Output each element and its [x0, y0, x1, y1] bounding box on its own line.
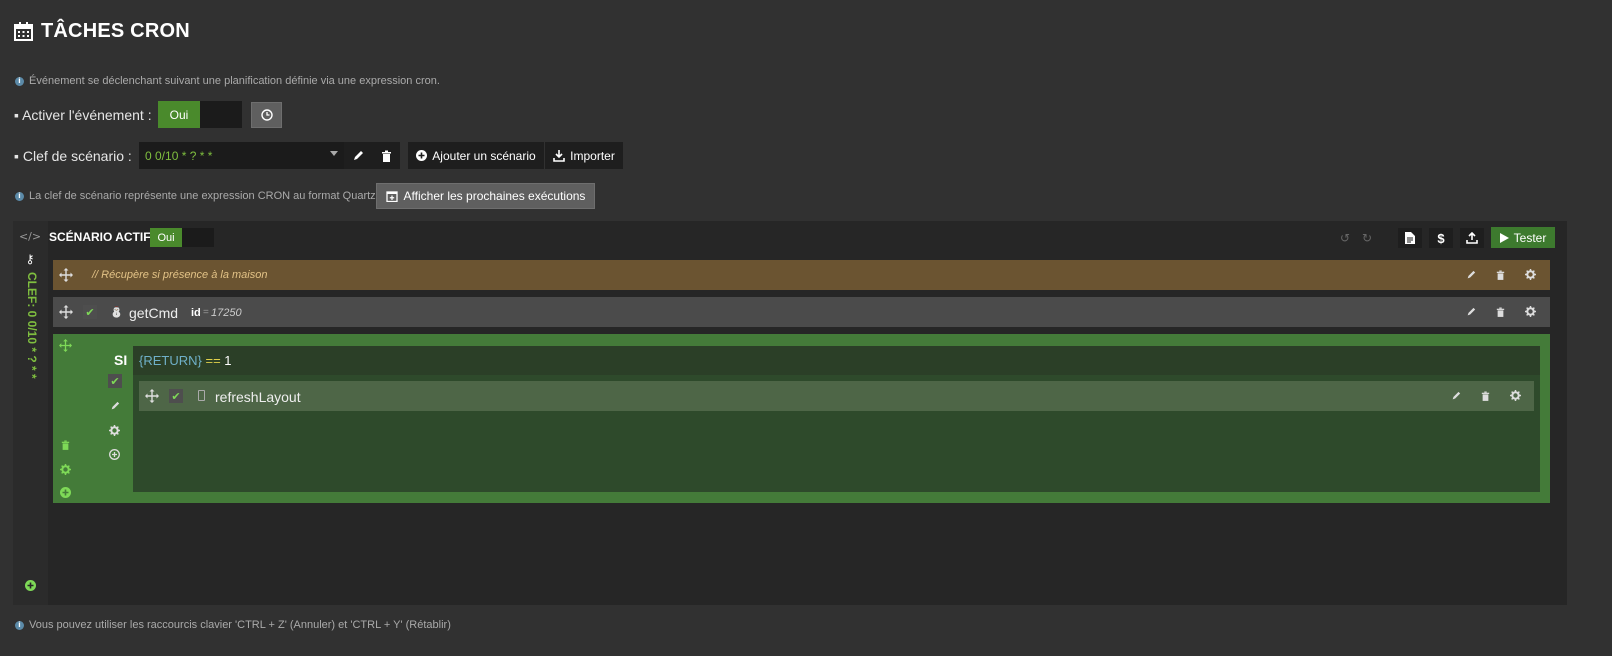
document-button[interactable] — [1398, 228, 1422, 248]
activate-toggle-on: Oui — [158, 101, 200, 128]
page-title: TÂCHES CRON — [14, 20, 190, 43]
condition-return: {RETURN} — [139, 353, 202, 368]
pencil-icon[interactable] — [1451, 391, 1461, 401]
gear-icon[interactable] — [1510, 390, 1521, 401]
calendar-icon — [14, 22, 33, 41]
info-icon: i — [15, 620, 24, 630]
scenario-key-value: 0 0/10 * ? * * — [145, 148, 213, 163]
mobile-icon — [198, 390, 205, 401]
condition-value: 1 — [224, 353, 232, 368]
scenario-active-label: SCÉNARIO ACTIF: — [49, 230, 155, 244]
export-button[interactable] — [1460, 228, 1484, 248]
page-title-text: TÂCHES CRON — [41, 20, 190, 42]
refresh-enabled-checkbox[interactable]: ✔ — [169, 389, 183, 403]
condition-operator: == — [205, 353, 221, 368]
plugin-icon: ⛄ — [109, 304, 124, 318]
si-block[interactable]: SI ✔ {RETURN} == 1 ✔ refreshLayout — [53, 334, 1550, 503]
redo-icon[interactable]: ↻ — [1360, 231, 1374, 245]
code-icon[interactable]: </> — [19, 229, 41, 243]
gear-icon[interactable] — [1525, 269, 1536, 280]
document-icon — [1405, 232, 1415, 244]
clock-icon — [260, 109, 273, 121]
activate-toggle-off — [200, 101, 242, 128]
trash-icon — [381, 150, 391, 162]
info-icon: i — [15, 191, 24, 201]
next-runs-button[interactable]: Afficher les prochaines exécutions — [376, 183, 595, 209]
trash-icon[interactable] — [1496, 270, 1505, 280]
activate-toggle[interactable]: Oui — [158, 101, 242, 128]
scenario-key-label: ▪ Clef de scénario : — [14, 148, 132, 164]
condition-field[interactable]: {RETURN} == 1 — [133, 346, 1540, 375]
next-runs-label: Afficher les prochaines exécutions — [403, 189, 586, 203]
move-icon[interactable] — [59, 305, 73, 319]
plus-circle-icon — [416, 150, 428, 161]
shortcuts-info: i Vous pouvez utiliser les raccourcis cl… — [15, 619, 451, 631]
add-icon[interactable] — [60, 487, 71, 498]
trash-icon[interactable] — [61, 440, 70, 450]
trash-icon[interactable] — [1481, 391, 1490, 401]
description-text: Événement se déclenchant suivant une pla… — [29, 75, 440, 87]
move-icon[interactable] — [145, 389, 159, 403]
dollar-icon: $ — [1437, 230, 1445, 246]
pencil-icon[interactable] — [1466, 270, 1476, 280]
import-button[interactable]: Importer — [545, 142, 623, 169]
refreshlayout-name: refreshLayout — [215, 389, 301, 405]
info-icon: i — [15, 76, 24, 86]
activate-label: ▪ Activer l'événement : — [14, 107, 152, 123]
pencil-icon[interactable] — [110, 401, 120, 411]
add-block-icon[interactable] — [25, 578, 36, 591]
variables-button[interactable]: $ — [1429, 228, 1453, 248]
vertical-key: CLEF: 0 0/10 * ? * * — [23, 272, 39, 402]
scenario-active-off — [182, 228, 214, 247]
move-icon[interactable] — [59, 268, 73, 282]
comment-text: // Récupère si présence à la maison — [92, 269, 268, 281]
gear-icon[interactable] — [109, 425, 120, 436]
trash-icon[interactable] — [1496, 307, 1505, 317]
calendar-plus-icon — [385, 191, 398, 202]
chevron-down-icon — [330, 151, 338, 156]
test-button[interactable]: Tester — [1491, 227, 1555, 248]
undo-icon[interactable]: ↺ — [1338, 231, 1352, 245]
test-label: Tester — [1513, 230, 1547, 245]
comment-block[interactable]: // Récupère si présence à la maison — [53, 260, 1550, 290]
gear-icon[interactable] — [60, 464, 71, 475]
shortcuts-text: Vous pouvez utiliser les raccourcis clav… — [29, 619, 451, 631]
getcmd-name: getCmd — [129, 305, 179, 321]
si-label: SI — [114, 352, 128, 368]
vertical-key-text: CLEF: 0 0/10 * ? * * — [25, 272, 39, 379]
gear-icon[interactable] — [1525, 306, 1536, 317]
schedule-button[interactable] — [251, 102, 282, 128]
pencil-icon[interactable] — [1466, 307, 1476, 317]
play-icon — [1499, 232, 1509, 243]
getcmd-id-value: 17250 — [211, 307, 242, 319]
download-icon — [553, 149, 565, 162]
key-help-text: La clef de scénario représente une expre… — [29, 190, 379, 202]
description-info: i Événement se déclenchant suivant une p… — [15, 75, 440, 87]
scenario-key-select[interactable]: 0 0/10 * ? * * — [139, 142, 344, 169]
getcmd-id-label: id — [191, 307, 201, 319]
refreshlayout-block[interactable]: ✔ refreshLayout — [139, 381, 1534, 411]
getcmd-block[interactable]: ✔ ⛄ getCmd id = 17250 — [53, 297, 1550, 327]
add-scenario-button[interactable]: Ajouter un scénario — [408, 142, 544, 169]
key-icon: ⚷ — [25, 252, 35, 266]
scenario-active-toggle[interactable]: Oui — [150, 228, 214, 247]
edit-key-button[interactable] — [344, 142, 372, 169]
move-icon[interactable] — [59, 339, 72, 352]
upload-icon — [1466, 232, 1478, 244]
delete-key-button[interactable] — [372, 142, 400, 169]
import-label: Importer — [570, 148, 615, 163]
getcmd-id-sep: = — [203, 307, 209, 318]
add-scenario-label: Ajouter un scénario — [432, 148, 536, 163]
pencil-icon — [354, 150, 363, 160]
key-help-info: i La clef de scénario représente une exp… — [15, 190, 379, 202]
condition-expression: {RETURN} == 1 — [139, 353, 232, 368]
scenario-active-on: Oui — [150, 228, 182, 247]
si-enabled-checkbox[interactable]: ✔ — [108, 374, 122, 388]
plus-circle-icon[interactable] — [109, 449, 120, 460]
vertical-key-label: CLEF: 0 0/10 * ? * * — [25, 272, 39, 379]
enabled-checkbox[interactable]: ✔ — [83, 305, 97, 319]
